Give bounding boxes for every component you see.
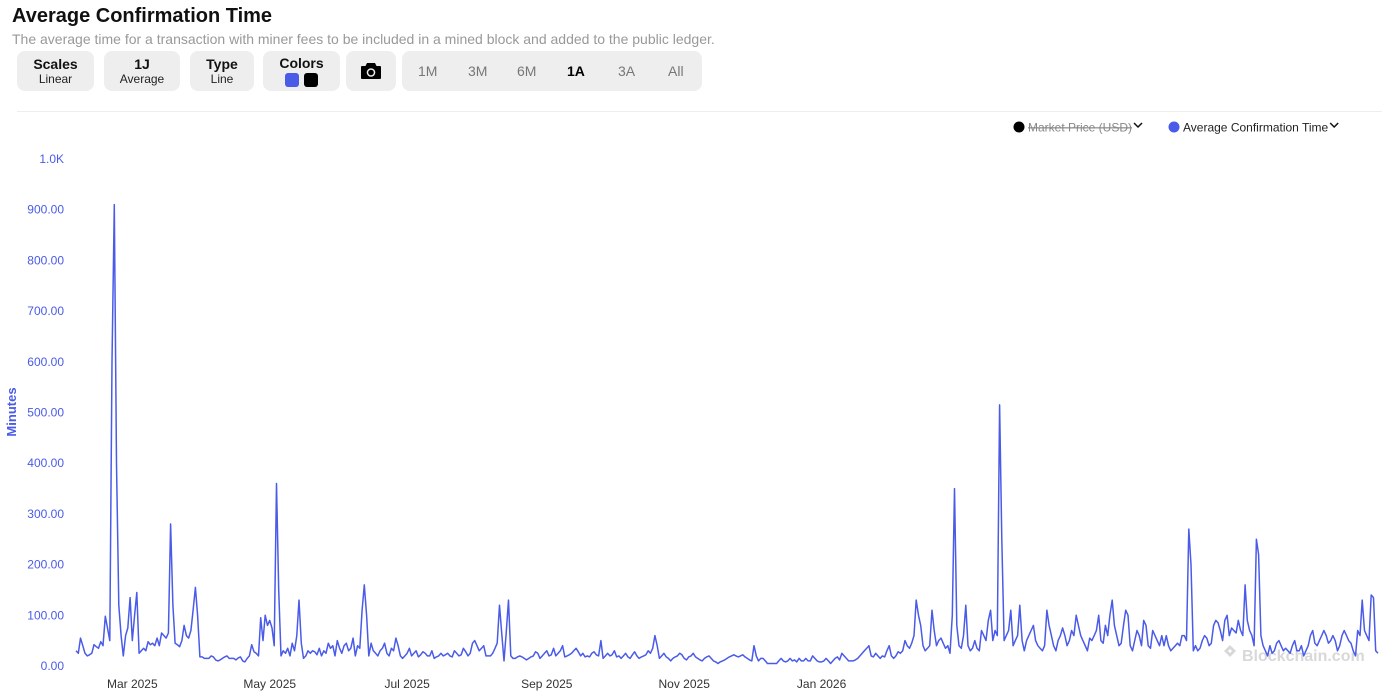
y-tick-label: 100.00 [27,608,64,622]
x-tick-label: Jan 2026 [797,677,847,691]
x-tick-label: Mar 2025 [107,677,158,691]
colors-button[interactable]: Colors [263,51,340,91]
y-tick-label: 900.00 [27,203,64,217]
y-axis-label: Minutes [4,387,19,436]
series-color-swatch[interactable] [285,73,299,87]
color-swatches [285,73,318,87]
y-tick-label: 500.00 [27,406,64,420]
type-button[interactable]: Type Line [190,51,254,91]
y-tick-label: 1.0K [39,152,64,166]
range-3a[interactable]: 3A [618,63,635,79]
colors-label: Colors [279,55,324,71]
y-tick-label: 700.00 [27,304,64,318]
watermark: Blockchain.com [1224,645,1365,665]
y-tick-label: 600.00 [27,355,64,369]
range-6m[interactable]: 6M [517,63,536,79]
range-all[interactable]: All [668,63,684,79]
x-tick-label: May 2025 [243,677,296,691]
legend-label: Average Confirmation Time [1183,121,1329,135]
x-tick-label: Jul 2025 [384,677,430,691]
chevron-down-icon [1133,122,1143,129]
range-1m[interactable]: 1M [418,63,437,79]
legend-marker [1013,121,1025,133]
average-label: 1J [134,56,150,72]
chart-title: Average Confirmation Time [12,5,273,27]
camera-icon [361,63,381,79]
range-3m[interactable]: 3M [468,63,487,79]
blockchain-logo-icon [1224,645,1236,657]
time-range-selector: 1M 3M 6M 1A 3A All [402,51,702,91]
average-button[interactable]: 1J Average [104,51,180,91]
type-label: Type [206,56,238,72]
legend-label: Market Price (USD) [1028,121,1132,135]
range-1a[interactable]: 1A [567,63,585,79]
line-chart: 0.00 100.00 200.00 300.00 400.00 500.00 600.00… [4,121,1379,691]
y-tick-label: 800.00 [27,253,64,267]
legend: Market Price (USD) Average Confirmation T… [1013,121,1339,135]
y-tick-label: 400.00 [27,456,64,470]
screenshot-button[interactable] [346,51,396,91]
scales-button[interactable]: Scales Linear [17,51,94,91]
scales-value: Linear [38,72,73,86]
price-color-swatch[interactable] [304,73,318,87]
series-line [75,203,1379,665]
y-tick-label: 200.00 [27,558,64,572]
chevron-down-icon [1329,122,1339,129]
chart-subtitle: The average time for a transaction with … [12,31,715,47]
legend-item[interactable]: Market Price (USD) [1013,121,1143,135]
scales-label: Scales [33,56,78,72]
y-tick-label: 0.00 [41,659,65,673]
x-tick-label: Nov 2025 [659,677,711,691]
legend-item[interactable]: Average Confirmation Time [1168,121,1339,135]
type-value: Line [210,72,234,86]
average-value: Average [119,72,165,86]
y-tick-label: 300.00 [27,507,64,521]
x-tick-label: Sep 2025 [521,677,573,691]
legend-marker [1168,121,1180,133]
